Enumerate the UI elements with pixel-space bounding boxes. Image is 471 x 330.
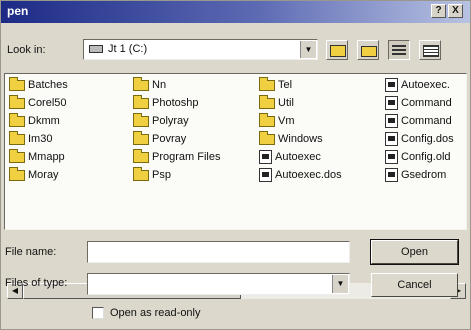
files-of-type-dropdown[interactable]: ▼: [87, 273, 350, 295]
folder-item-nn[interactable]: Nn: [133, 76, 166, 93]
file-icon: [385, 168, 398, 183]
file-item-autoexec-2[interactable]: Autoexec.: [385, 77, 450, 93]
look-in-dropdown[interactable]: Jt 1 (C:) ▼: [83, 39, 318, 60]
file-icon: [385, 96, 398, 111]
folder-item-photoshp[interactable]: Photoshp: [133, 94, 198, 111]
details-view-icon: [423, 45, 439, 57]
title-bar: pen ? X: [1, 1, 470, 23]
file-icon: [385, 150, 398, 165]
file-list[interactable]: Batches Corel50 Dkmm Im30 Mmapp Moray Nn…: [4, 73, 467, 299]
folder-icon: [133, 130, 149, 145]
folder-icon: [259, 94, 275, 109]
new-folder-icon: [361, 46, 377, 57]
file-item-autoexec-dos[interactable]: Autoexec.dos: [259, 167, 342, 183]
file-name-label: File name:: [5, 246, 57, 258]
chevron-down-icon[interactable]: ▼: [300, 41, 316, 58]
drive-icon: [89, 45, 103, 53]
read-only-label: Open as read-only: [110, 307, 201, 319]
list-view-button[interactable]: [388, 40, 410, 60]
folder-icon: [9, 148, 25, 163]
file-item-autoexec[interactable]: Autoexec: [259, 149, 321, 165]
file-item-config-dos[interactable]: Config.dos: [385, 131, 454, 147]
file-icon: [385, 114, 398, 129]
file-item-command-2[interactable]: Command: [385, 113, 452, 129]
read-only-checkbox[interactable]: [92, 307, 104, 319]
folder-icon: [133, 94, 149, 109]
folder-item-corel50[interactable]: Corel50: [9, 94, 67, 111]
file-icon: [259, 168, 272, 183]
folder-item-povray[interactable]: Povray: [133, 130, 186, 147]
folder-icon: [133, 76, 149, 91]
create-new-folder-button[interactable]: [357, 40, 379, 60]
folder-item-util[interactable]: Util: [259, 94, 294, 111]
folder-item-im30[interactable]: Im30: [9, 130, 52, 147]
folder-item-vm[interactable]: Vm: [259, 112, 295, 129]
folder-item-mmapp[interactable]: Mmapp: [9, 148, 65, 165]
folder-item-program-files[interactable]: Program Files: [133, 148, 220, 165]
folder-item-batches[interactable]: Batches: [9, 76, 68, 93]
folder-icon: [133, 112, 149, 127]
window-title: pen: [7, 4, 29, 18]
folder-icon: [9, 76, 25, 91]
file-item-gsedrom[interactable]: Gsedrom: [385, 167, 446, 183]
up-folder-icon: [330, 45, 346, 57]
open-button[interactable]: Open: [370, 239, 459, 265]
folder-icon: [9, 130, 25, 145]
file-item-command[interactable]: Command: [385, 95, 452, 111]
help-button[interactable]: ?: [431, 4, 446, 18]
up-one-level-button[interactable]: [326, 40, 348, 60]
files-of-type-label: Files of type:: [5, 277, 68, 289]
file-icon: [385, 78, 398, 93]
folder-icon: [133, 166, 149, 181]
file-item-config-old[interactable]: Config.old: [385, 149, 451, 165]
file-icon: [385, 132, 398, 147]
close-button[interactable]: X: [448, 4, 463, 18]
details-view-button[interactable]: [419, 40, 441, 60]
folder-item-psp[interactable]: Psp: [133, 166, 171, 183]
folder-icon: [259, 112, 275, 127]
list-view-icon: [392, 45, 406, 55]
folder-item-moray[interactable]: Moray: [9, 166, 59, 183]
folder-icon: [9, 94, 25, 109]
open-dialog: pen ? X Look in: Jt 1 (C:) ▼ Batches Cor…: [0, 0, 471, 330]
folder-item-dkmm[interactable]: Dkmm: [9, 112, 60, 129]
look-in-value: Jt 1 (C:): [108, 43, 148, 55]
folder-icon: [133, 148, 149, 163]
folder-icon: [9, 166, 25, 181]
folder-icon: [259, 76, 275, 91]
file-icon: [259, 150, 272, 165]
cancel-button[interactable]: Cancel: [371, 273, 458, 297]
folder-icon: [9, 112, 25, 127]
folder-item-polyray[interactable]: Polyray: [133, 112, 189, 129]
chevron-down-icon[interactable]: ▼: [332, 275, 348, 293]
folder-icon: [259, 130, 275, 145]
look-in-label: Look in:: [7, 44, 46, 56]
folder-item-tel[interactable]: Tel: [259, 76, 292, 93]
file-name-input[interactable]: [87, 241, 350, 263]
folder-item-windows[interactable]: Windows: [259, 130, 323, 147]
